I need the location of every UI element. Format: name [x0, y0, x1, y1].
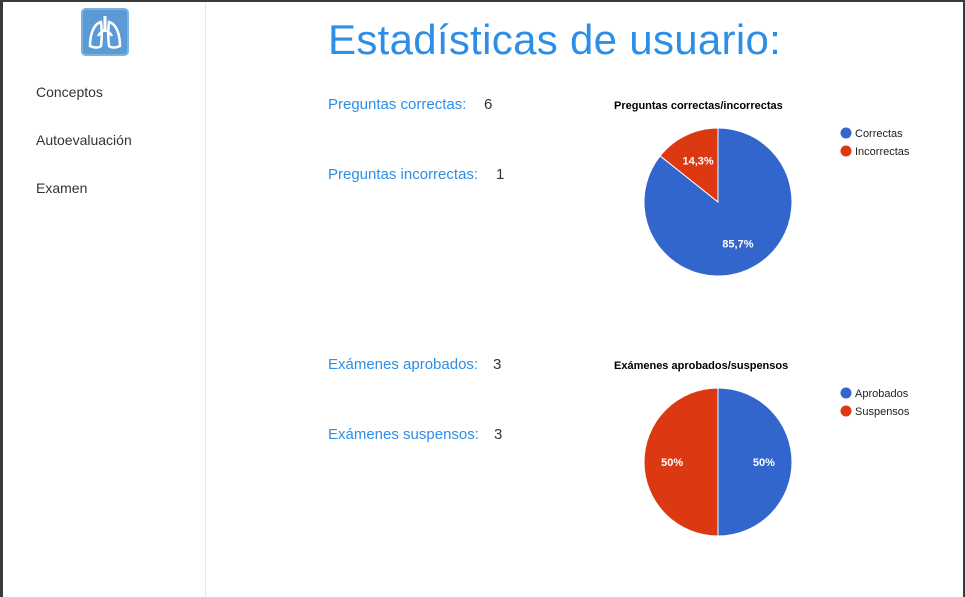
stat-label-failed: Exámenes suspensos: — [328, 426, 479, 443]
chart-title: Preguntas correctas/incorrectas — [614, 100, 783, 112]
legend-dot — [840, 145, 852, 157]
legend-label[interactable]: Incorrectas — [855, 146, 910, 158]
chart-exams: Exámenes aprobados/suspensos 50% 50% Aproba… — [603, 352, 943, 542]
slice-label: 14,3% — [682, 156, 713, 168]
chart-questions: Preguntas correctas/incorrectas 85,7% 14,3… — [603, 92, 943, 282]
legend-label[interactable]: Suspensos — [855, 406, 910, 418]
sidebar: Conceptos Autoevaluación Examen — [3, 2, 206, 597]
slice-label: 50% — [661, 457, 683, 469]
sidebar-item-conceptos[interactable]: Conceptos — [36, 84, 103, 100]
stat-label-passed: Exámenes aprobados: — [328, 356, 479, 373]
stat-value-passed: 3 — [493, 356, 502, 373]
lungs-logo-icon[interactable] — [81, 8, 129, 56]
legend-label[interactable]: Aprobados — [855, 388, 909, 400]
slice-label: 85,7% — [722, 238, 753, 250]
stat-value-failed: 3 — [494, 426, 503, 443]
legend-label[interactable]: Correctas — [855, 128, 903, 140]
sidebar-item-examen[interactable]: Examen — [36, 180, 87, 196]
stat-label-correct: Preguntas correctas: — [328, 96, 467, 113]
legend-dot — [840, 405, 852, 417]
chart-title: Exámenes aprobados/suspensos — [614, 360, 788, 372]
stat-label-incorrect: Preguntas incorrectas: — [328, 166, 479, 183]
sidebar-item-autoevaluacion[interactable]: Autoevaluación — [36, 132, 132, 148]
page-title: Estadísticas de usuario: — [328, 16, 782, 63]
legend-dot — [840, 127, 852, 139]
app-window: Conceptos Autoevaluación Examen Estadíst… — [0, 0, 965, 597]
stat-value-correct: 6 — [484, 96, 493, 113]
chart-exams-svg: Exámenes aprobados/suspensos 50% 50% Aproba… — [614, 360, 910, 537]
stat-value-incorrect: 1 — [496, 166, 505, 183]
slice-label: 50% — [753, 457, 775, 469]
legend-dot — [840, 387, 852, 399]
chart-questions-svg: Preguntas correctas/incorrectas 85,7% 14,3… — [614, 100, 910, 277]
